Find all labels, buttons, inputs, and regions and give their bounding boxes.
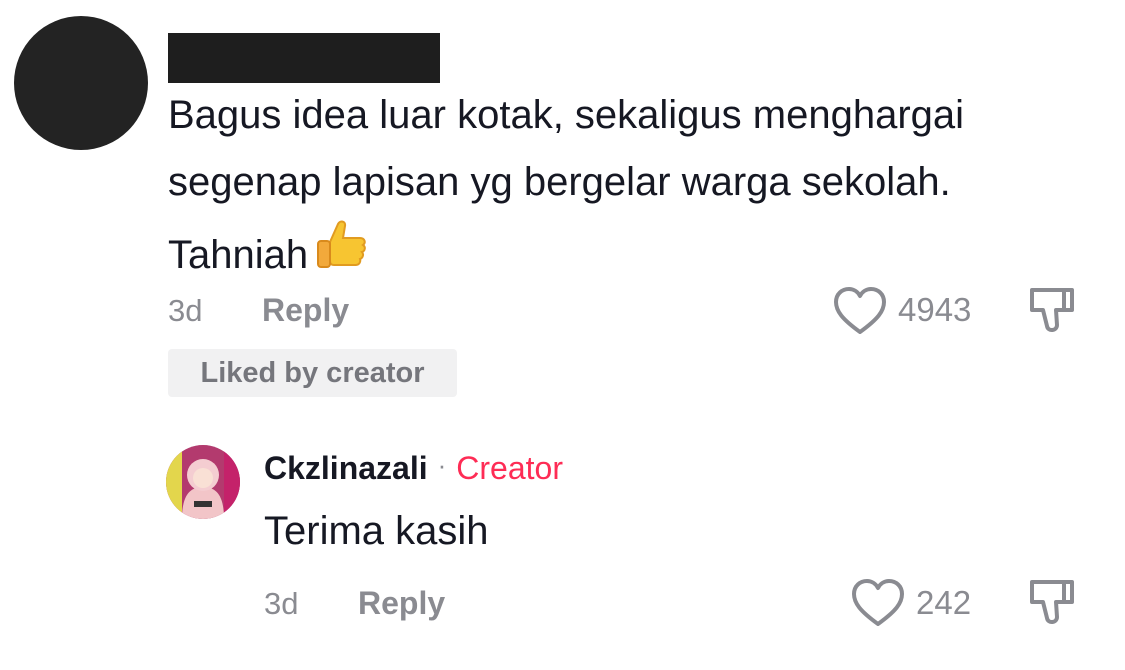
commenter-username-redacted[interactable]: [168, 33, 440, 83]
comment-like-count: 4943: [898, 291, 972, 328]
reply-header: Ckzlinazali · Creator: [264, 450, 563, 487]
commenter-avatar[interactable]: [14, 16, 148, 150]
reply-reply-button[interactable]: Reply: [358, 585, 445, 622]
comment-timestamp: 3d: [168, 293, 203, 328]
creator-label: Creator: [456, 450, 563, 486]
separator-dot: ·: [437, 450, 447, 480]
comment-text-content: Bagus idea luar kotak, sekaligus menghar…: [168, 93, 965, 277]
reply-timestamp: 3d: [264, 586, 299, 621]
comment-text: Bagus idea luar kotak, sekaligus menghar…: [168, 82, 1068, 295]
dislike-icon[interactable]: [1026, 285, 1080, 342]
heart-outline-icon[interactable]: [832, 285, 888, 342]
reply-username[interactable]: Ckzlinazali: [264, 450, 428, 487]
comment-reply-button[interactable]: Reply: [262, 292, 349, 329]
dislike-icon[interactable]: [1026, 577, 1080, 634]
liked-by-creator-badge: Liked by creator: [168, 349, 457, 397]
heart-outline-icon[interactable]: [850, 577, 906, 634]
creator-avatar[interactable]: [166, 445, 240, 519]
thumbs-up-icon: [310, 216, 368, 295]
reply-text: Terima kasih: [264, 509, 489, 553]
reply-like-count: 242: [916, 584, 972, 621]
